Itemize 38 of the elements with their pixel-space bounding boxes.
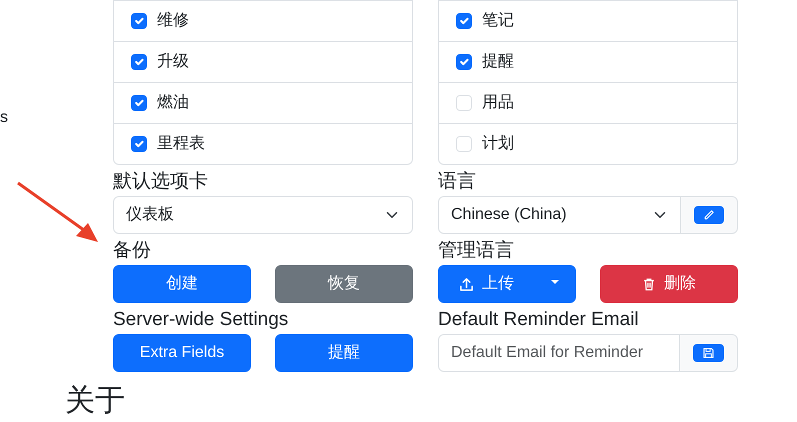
save-icon bbox=[702, 346, 715, 360]
field-label: 备份 bbox=[113, 239, 152, 263]
checkbox-label: 用品 bbox=[482, 93, 514, 113]
pencil-icon bbox=[703, 208, 715, 222]
edit-button[interactable] bbox=[694, 206, 724, 224]
checkbox-label: 计划 bbox=[482, 134, 514, 154]
checkbox[interactable] bbox=[131, 95, 147, 111]
sidebar-text-fragment: s bbox=[0, 109, 8, 126]
restore-button[interactable]: 恢复 bbox=[275, 265, 413, 303]
dropdown-toggle-button[interactable] bbox=[534, 265, 576, 303]
delete-button[interactable]: 删除 bbox=[600, 265, 738, 303]
field-label: 默认选项卡 bbox=[113, 170, 209, 194]
checkbox[interactable] bbox=[131, 13, 147, 29]
checkbox[interactable] bbox=[131, 54, 147, 70]
field-label: 管理语言 bbox=[438, 239, 515, 263]
upload-button[interactable]: 上传 bbox=[438, 265, 535, 303]
create-button[interactable]: 创建 bbox=[113, 265, 251, 303]
checkbox-label: 提醒 bbox=[482, 52, 514, 72]
save-button[interactable] bbox=[693, 344, 724, 362]
trash-icon bbox=[642, 276, 656, 292]
language-select[interactable]: Chinese (China) bbox=[438, 196, 681, 234]
field-label: 语言 bbox=[438, 170, 477, 194]
checkbox[interactable] bbox=[456, 13, 472, 29]
checkbox-label: 里程表 bbox=[157, 134, 205, 154]
email-input-field[interactable]: Default Email for Reminder bbox=[438, 334, 680, 372]
reminders-button[interactable]: 提醒 bbox=[275, 334, 413, 372]
checkbox-label: 燃油 bbox=[157, 92, 189, 113]
checkbox[interactable] bbox=[131, 136, 147, 152]
checkbox-label: 维修 bbox=[157, 10, 189, 31]
checkbox-label: 笔记 bbox=[482, 11, 514, 31]
checkbox-label: 升级 bbox=[157, 52, 189, 72]
field-label: Server-wide Settings bbox=[113, 308, 290, 332]
upload-icon bbox=[459, 276, 474, 292]
default-tab-select[interactable]: 仪表板 bbox=[113, 196, 413, 234]
section-heading: 关于 bbox=[65, 384, 125, 417]
field-label: Default Reminder Email bbox=[438, 308, 640, 332]
checkbox[interactable] bbox=[456, 54, 472, 70]
extra-fields-button[interactable]: Extra Fields bbox=[113, 334, 251, 372]
